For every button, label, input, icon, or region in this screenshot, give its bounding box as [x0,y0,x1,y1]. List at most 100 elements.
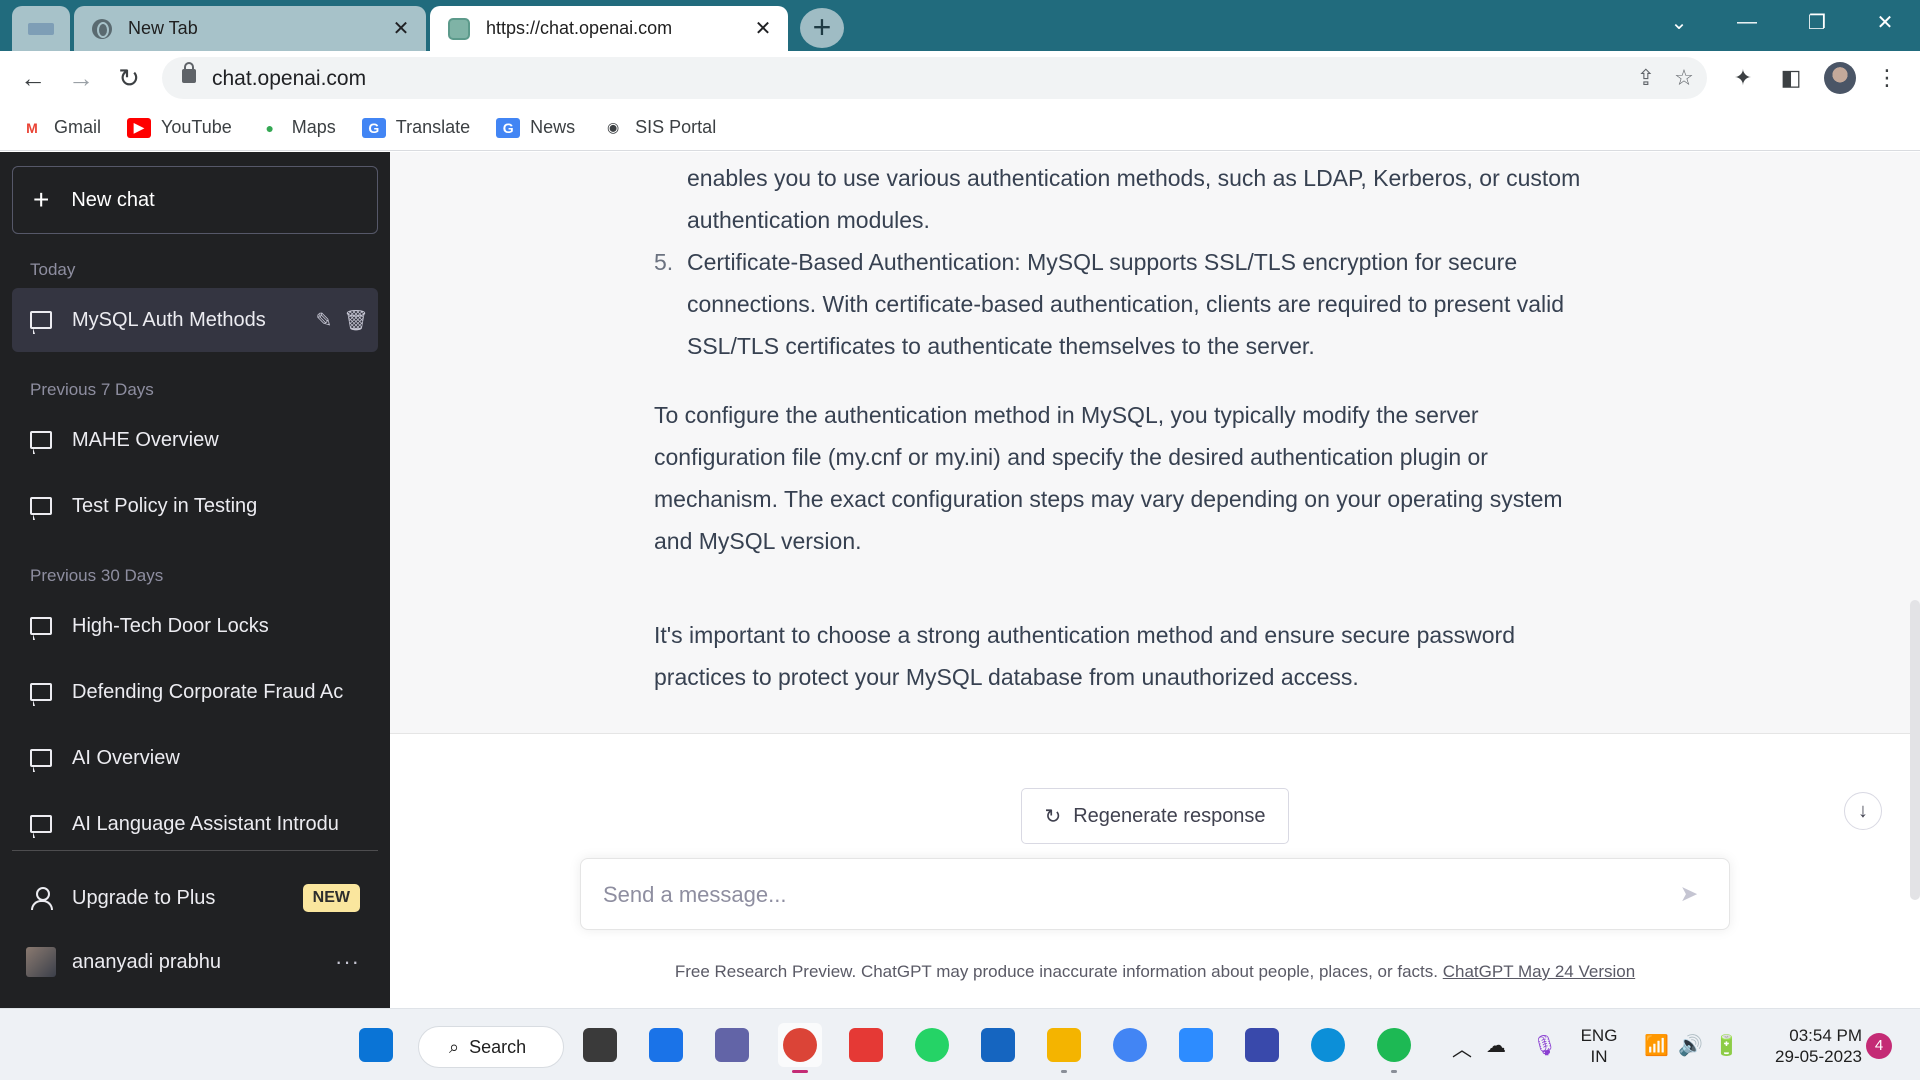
trash-icon[interactable]: 🗑 [340,308,372,333]
scrollbar-thumb[interactable] [1910,600,1920,900]
notification-count-badge[interactable]: 4 [1866,1033,1892,1059]
close-tab-icon[interactable]: ✕ [748,16,778,41]
close-window-icon[interactable]: ✕ [1850,0,1920,44]
clock[interactable]: 03:54 PM 29-05-2023 [1752,1025,1862,1067]
teams-chat-icon[interactable] [710,1023,754,1067]
bookmark-news[interactable]: G News [496,117,575,138]
tab-chatgpt[interactable]: https://chat.openai.com ✕ [430,6,788,51]
input-language[interactable]: ENG IN [1574,1025,1624,1067]
upgrade-to-plus-button[interactable]: Upgrade to Plus NEW [12,866,378,930]
tab-pinned[interactable] [12,6,70,51]
task-view-icon[interactable] [578,1023,622,1067]
scroll-to-bottom-button[interactable]: ↓ [1844,792,1882,830]
chat-item-high-tech-door-locks[interactable]: High-Tech Door Locks [12,594,378,658]
message-input[interactable] [603,877,1663,913]
bookmark-gmail[interactable]: M Gmail [20,117,101,138]
bookmark-star-icon[interactable]: ☆ [1670,65,1698,93]
version-link[interactable]: ChatGPT May 24 Version [1443,962,1635,981]
disclaimer-footnote: Free Research Preview. ChatGPT may produ… [390,962,1920,982]
tab-search-dropdown-icon[interactable]: ⌄ [1644,0,1714,44]
file-explorer-icon[interactable] [1042,1023,1086,1073]
profile-avatar[interactable] [1824,62,1856,94]
bookmark-sis-portal[interactable]: ◉ SIS Portal [601,117,716,138]
taskbar-search-button[interactable]: ⌕ Search [418,1026,564,1068]
show-hidden-icons-chevron[interactable]: ︿ [1452,1033,1472,1062]
bookmark-label: YouTube [161,117,232,137]
text-line: mechanism. The exact configuration steps… [654,486,1563,512]
visual-studio-glyph [1245,1028,1279,1062]
bookmarks-bar: M Gmail ▶ YouTube ● Maps G Translate G News ◉ SIS P… [0,105,1920,151]
regenerate-label: Regenerate response [1073,804,1266,827]
share-icon[interactable]: ⇪ [1632,65,1660,93]
onedrive-icon[interactable]: ☁ [1486,1033,1506,1058]
chat-item-label: MySQL Auth Methods [72,308,266,331]
chat-item-ai-language-assistant[interactable]: AI Language Assistant Introdu [12,792,378,856]
chrome-icon[interactable] [778,1023,822,1073]
chat-item-label: Defending Corporate Fraud Ac [72,680,344,703]
tab-new-tab[interactable]: New Tab ✕ [74,6,426,51]
chat-item-ai-overview[interactable]: AI Overview [12,726,378,790]
text-line: SSL/TLS certificates to authenticate the… [687,333,1315,359]
news-icon: G [496,117,521,138]
arrow-down-icon: ↓ [1858,800,1868,822]
close-tab-icon[interactable]: ✕ [386,16,416,41]
chat-item-label: MAHE Overview [72,428,219,451]
text-line: enables you to use various authenticatio… [687,165,1581,191]
url-text[interactable]: chat.openai.com [212,67,366,91]
upgrade-label: Upgrade to Plus [72,886,216,909]
volume-icon[interactable]: 🔊 [1678,1033,1703,1058]
running-app-indicator [1391,1070,1397,1073]
chat-item-mysql-auth-methods[interactable]: MySQL Auth Methods ✎ 🗑 [12,288,378,352]
avatar [26,947,56,977]
reload-icon[interactable]: ↻ [112,61,146,95]
wps-office-icon[interactable] [844,1023,888,1067]
browser-menu-icon[interactable]: ⋮ [1872,63,1902,93]
list-item-5: Certificate-Based Authentication: MySQL … [687,241,1647,367]
text-line: It's important to choose a strong authen… [654,622,1516,648]
chat-bubble-icon [30,815,52,838]
back-icon[interactable]: ← [16,61,50,95]
google-icon[interactable] [1108,1023,1152,1067]
chat-item-defending-corporate-fraud[interactable]: Defending Corporate Fraud Ac [12,660,378,724]
microphone-icon[interactable]: 🎙 [1532,1033,1557,1058]
wifi-icon[interactable]: 📶 [1644,1033,1669,1058]
bookmark-translate[interactable]: G Translate [361,117,470,138]
forward-icon[interactable]: → [64,61,98,95]
bookmark-youtube[interactable]: ▶ YouTube [127,117,232,138]
globe-icon: ◉ [607,119,620,135]
side-panel-icon[interactable]: ◧ [1776,63,1806,93]
google-glyph [1113,1028,1147,1062]
visual-studio-icon[interactable] [1240,1023,1284,1067]
mail-icon[interactable] [976,1023,1020,1067]
restore-icon[interactable]: ❐ [1782,0,1852,44]
start-button[interactable] [354,1023,398,1067]
windows-taskbar: ⌕ Search ︿ ☁ 🎙 ENG IN 📶 🔊 🔋 03:54 PM 29-… [0,1008,1920,1080]
chat-bubble-icon [30,431,52,454]
regenerate-response-button[interactable]: ↻ Regenerate response [1021,788,1289,844]
more-options-icon[interactable]: ··· [335,949,360,975]
list-item-4-continuation: enables you to use various authenticatio… [687,157,1647,241]
whatsapp-icon[interactable] [910,1023,954,1067]
zoom-icon[interactable] [1174,1023,1218,1067]
lock-icon[interactable] [182,62,196,83]
chat-item-label: Test Policy in Testing [72,494,258,517]
chat-item-mahe-overview[interactable]: MAHE Overview [12,408,378,472]
disclaimer-text: Free Research Preview. ChatGPT may produ… [674,962,1438,981]
battery-icon[interactable]: 🔋 [1714,1033,1739,1058]
message-composer: ➤ [580,858,1730,930]
edit-pencil-icon[interactable]: ✎ [308,308,340,333]
section-label-previous-7-days: Previous 7 Days [30,380,154,399]
edge-icon[interactable] [1306,1023,1350,1067]
new-tab-button[interactable]: + [800,8,844,48]
chat-item-test-policy[interactable]: Test Policy in Testing [12,474,378,538]
extensions-icon[interactable]: ✦ [1728,63,1758,93]
spotify-icon[interactable] [1372,1023,1416,1073]
address-bar[interactable]: chat.openai.com ⇪ ☆ [162,57,1707,99]
account-menu-button[interactable]: ananyadi prabhu ··· [12,930,378,994]
new-chat-button[interactable]: + New chat [12,166,378,234]
widgets-icon[interactable] [644,1023,688,1067]
send-icon[interactable]: ➤ [1675,881,1703,909]
text-line: connections. With certificate-based auth… [687,291,1565,317]
bookmark-maps[interactable]: ● Maps [258,117,336,138]
minimize-icon[interactable]: — [1712,0,1782,44]
